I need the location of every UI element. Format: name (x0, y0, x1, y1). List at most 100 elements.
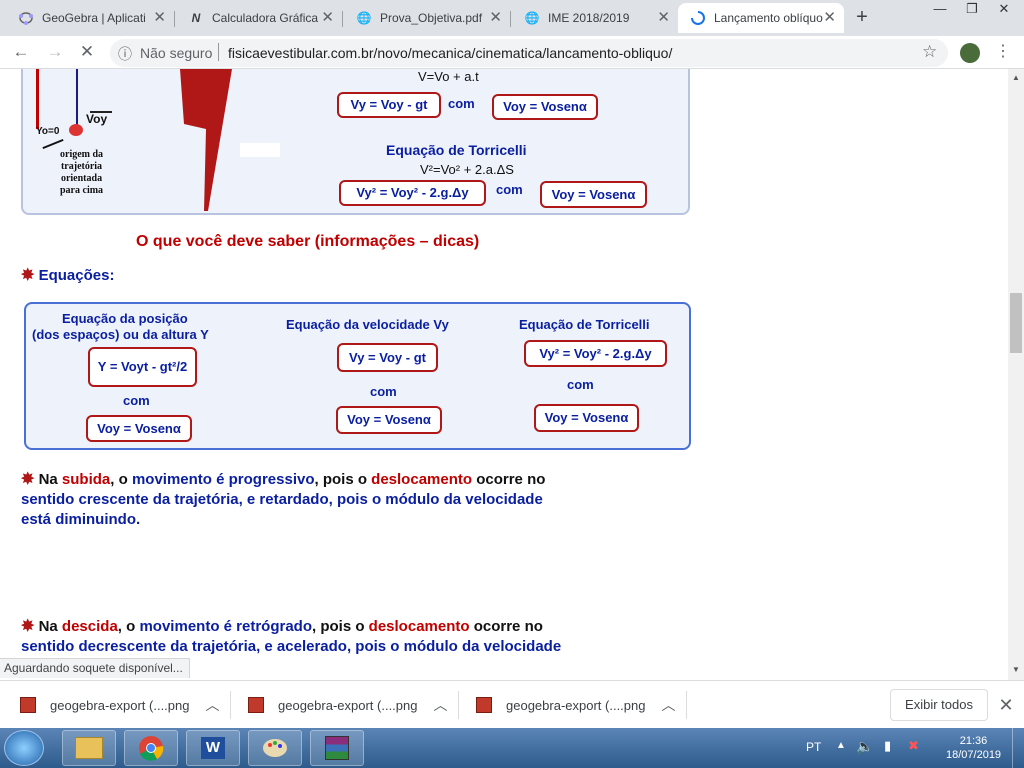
star-bullet-icon: ✸ (21, 267, 35, 284)
chrome-icon[interactable] (124, 730, 178, 766)
star-bullet-icon: ✸ (21, 471, 35, 488)
network-icon[interactable]: ▮ (884, 738, 891, 754)
vy-equation-box: Vy = Voy - gt (337, 92, 441, 118)
image-file-icon (476, 697, 492, 713)
graph-icon: N (191, 11, 201, 25)
scroll-up-icon[interactable]: ▲ (1012, 73, 1020, 82)
com-label: com (123, 393, 150, 408)
globe-icon: 🌐 (356, 11, 372, 25)
red-bar-shape (180, 69, 232, 211)
geogebra-icon (18, 10, 34, 26)
voy-equation-box: Voy = Vosenα (492, 94, 598, 120)
velocity-title: Equação da velocidade Vy (286, 317, 449, 332)
url-text[interactable]: fisicaevestibular.com.br/novo/mecanica/c… (228, 45, 672, 61)
tab-calculadora[interactable]: N Calculadora Gráfica ✕ (176, 3, 343, 33)
close-icon[interactable]: ✕ (489, 10, 502, 26)
winrar-icon[interactable] (310, 730, 364, 766)
tab-title: Prova_Objetiva.pdf (380, 11, 483, 25)
image-file-icon (248, 697, 264, 713)
y-axis-line (76, 69, 78, 127)
paint-icon[interactable] (248, 730, 302, 766)
paragraph-subida: ✸ Na subida, o movimento é progressivo, … (21, 471, 546, 528)
forward-arrow-icon[interactable]: → (44, 41, 66, 63)
equacoes-heading: ✸ Equações: (21, 267, 115, 284)
minimize-button[interactable]: — (924, 0, 956, 20)
tab-lancamento[interactable]: Lançamento oblíquo ✕ (678, 3, 844, 33)
tab-title: Lançamento oblíquo (714, 11, 823, 25)
vy-equation-box: Vy = Voy - gt (337, 343, 438, 372)
origin-text: origem da trajetória orientada para cima (60, 149, 104, 196)
white-patch (240, 143, 280, 157)
stop-icon[interactable]: ✕ (76, 41, 98, 63)
new-tab-button[interactable]: + (850, 6, 874, 30)
download-item[interactable]: geogebra-export (....png ︿ (476, 681, 675, 729)
divider (230, 691, 231, 719)
page-scrollbar[interactable]: ▲ ▼ (1008, 69, 1024, 680)
chevron-up-icon[interactable]: ︿ (433, 695, 447, 715)
voy-equation-box: Voy = Vosenα (534, 404, 639, 432)
language-indicator[interactable]: PT (806, 740, 821, 754)
back-arrow-icon[interactable]: ← (10, 41, 32, 63)
tab-title: IME 2018/2019 (548, 11, 630, 25)
torricelli-general: V²=Vo² + 2.a.ΔS (420, 162, 514, 177)
voy-label: Voy (86, 112, 108, 126)
restore-button[interactable]: ❐ (956, 0, 988, 20)
download-item[interactable]: geogebra-export (....png ︿ (248, 681, 447, 729)
tab-title: GeoGebra | Aplicati (42, 11, 146, 25)
scroll-down-icon[interactable]: ▼ (1012, 665, 1020, 674)
info-icon[interactable]: ⓘ (118, 44, 132, 64)
status-bubble: Aguardando soquete disponível... (0, 658, 190, 678)
tab-prova[interactable]: 🌐 Prova_Objetiva.pdf ✕ (344, 3, 511, 33)
address-bar[interactable]: ⓘ Não seguro fisicaevestibular.com.br/no… (110, 39, 948, 67)
tab-title: Calculadora Gráfica (212, 11, 319, 25)
word-icon[interactable]: W (186, 730, 240, 766)
image-file-icon (20, 697, 36, 713)
close-icon[interactable]: ✕ (657, 10, 670, 26)
download-item[interactable]: geogebra-export (....png ︿ (20, 681, 219, 729)
network-error-icon[interactable]: ✖ (908, 738, 919, 754)
torricelli-title: Equação de Torricelli (519, 317, 650, 332)
divider (686, 691, 687, 719)
omnibox-divider (218, 43, 219, 61)
globe-icon: 🌐 (524, 11, 540, 25)
close-icon[interactable]: ✕ (996, 693, 1016, 717)
com-label: com (567, 377, 594, 392)
scrollbar-thumb[interactable] (1010, 293, 1022, 353)
axis-red-line (36, 69, 39, 129)
downloads-bar: geogebra-export (....png ︿ geogebra-expo… (0, 680, 1024, 729)
tab-geogebra[interactable]: GeoGebra | Aplicati ✕ (6, 3, 175, 33)
close-icon[interactable]: ✕ (321, 10, 334, 26)
explorer-icon[interactable] (62, 730, 116, 766)
start-button[interactable] (4, 730, 44, 766)
chevron-up-icon[interactable]: ︿ (205, 695, 219, 715)
tab-strip: GeoGebra | Aplicati ✕ N Calculadora Gráf… (0, 0, 1024, 36)
com-label: com (496, 182, 523, 197)
position-title-1: Equação da posição (62, 311, 188, 326)
avatar[interactable] (960, 43, 980, 63)
chevron-up-icon[interactable]: ︿ (661, 695, 675, 715)
clock[interactable]: 21:36 18/07/2019 (946, 734, 1001, 762)
loading-icon (690, 10, 706, 26)
show-desktop-button[interactable] (1012, 728, 1024, 768)
show-all-button[interactable]: Exibir todos (890, 689, 988, 721)
torricelli-title: Equação de Torricelli (386, 142, 527, 158)
tab-ime[interactable]: 🌐 IME 2018/2019 ✕ (512, 3, 678, 33)
velocity-equation: V=Vo + a.t (418, 69, 479, 84)
ball-icon (69, 124, 83, 136)
close-icon[interactable]: ✕ (153, 10, 166, 26)
torricelli-equation-box: Vy² = Voy² - 2.g.Δy (524, 340, 667, 367)
section-title: O que você deve saber (informações – dic… (136, 233, 480, 250)
menu-dots-icon[interactable]: ⋮ (992, 41, 1014, 63)
tray-arrow-icon[interactable]: ▲ (836, 740, 846, 751)
y0-label: Yo=0 (36, 126, 60, 137)
torricelli-equation-box: Vy² = Voy² - 2.g.Δy (339, 180, 486, 206)
star-icon[interactable]: ☆ (922, 42, 937, 62)
browser-toolbar: ← → ✕ ⓘ Não seguro fisicaevestibular.com… (0, 36, 1024, 69)
close-window-button[interactable]: ✕ (988, 0, 1020, 20)
speaker-icon[interactable]: 🔈 (856, 738, 873, 755)
close-icon[interactable]: ✕ (823, 10, 836, 26)
page-content: Voy Yo=0 origem da trajetória orientada … (0, 69, 1008, 658)
position-title-2: (dos espaços) ou da altura Y (32, 327, 209, 342)
com-label: com (370, 384, 397, 399)
voy-equation-box: Voy = Vosenα (540, 181, 647, 208)
